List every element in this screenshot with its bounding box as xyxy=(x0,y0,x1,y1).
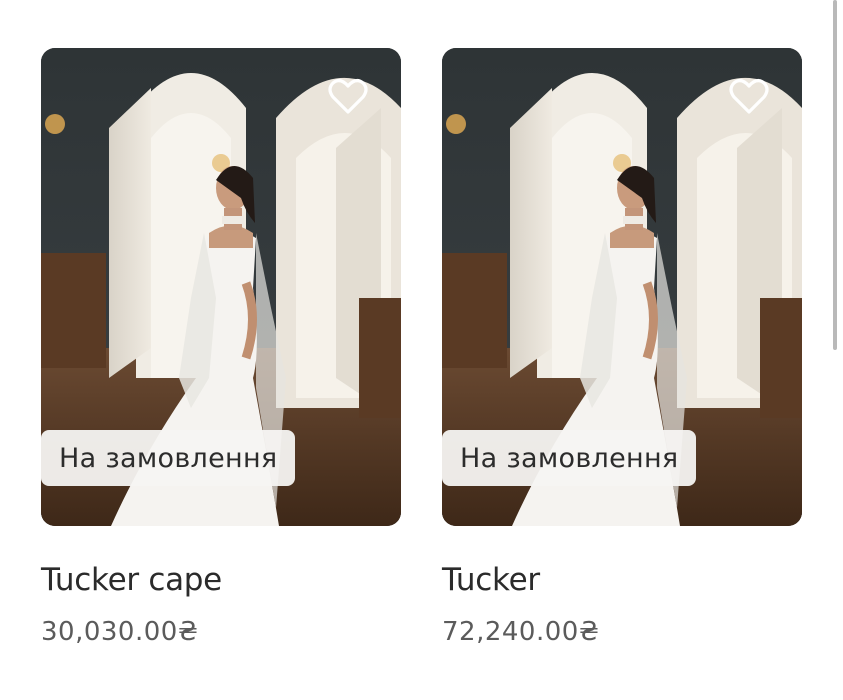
heart-outline-icon xyxy=(729,79,769,114)
add-to-favorites-button[interactable] xyxy=(728,76,770,118)
made-to-order-badge: На замовлення xyxy=(442,430,697,486)
add-to-favorites-button[interactable] xyxy=(327,76,369,118)
scrollbar[interactable] xyxy=(833,0,837,350)
product-name[interactable]: Tucker cape xyxy=(41,562,222,598)
product-name[interactable]: Tucker xyxy=(442,562,540,598)
heart-outline-icon xyxy=(328,79,368,114)
made-to-order-badge: На замовлення xyxy=(41,430,296,486)
product-grid: На замовлення Tucker cape 30,030.00₴ На … xyxy=(0,0,843,700)
product-price: 30,030.00₴ xyxy=(41,617,199,647)
product-price: 72,240.00₴ xyxy=(442,617,600,647)
